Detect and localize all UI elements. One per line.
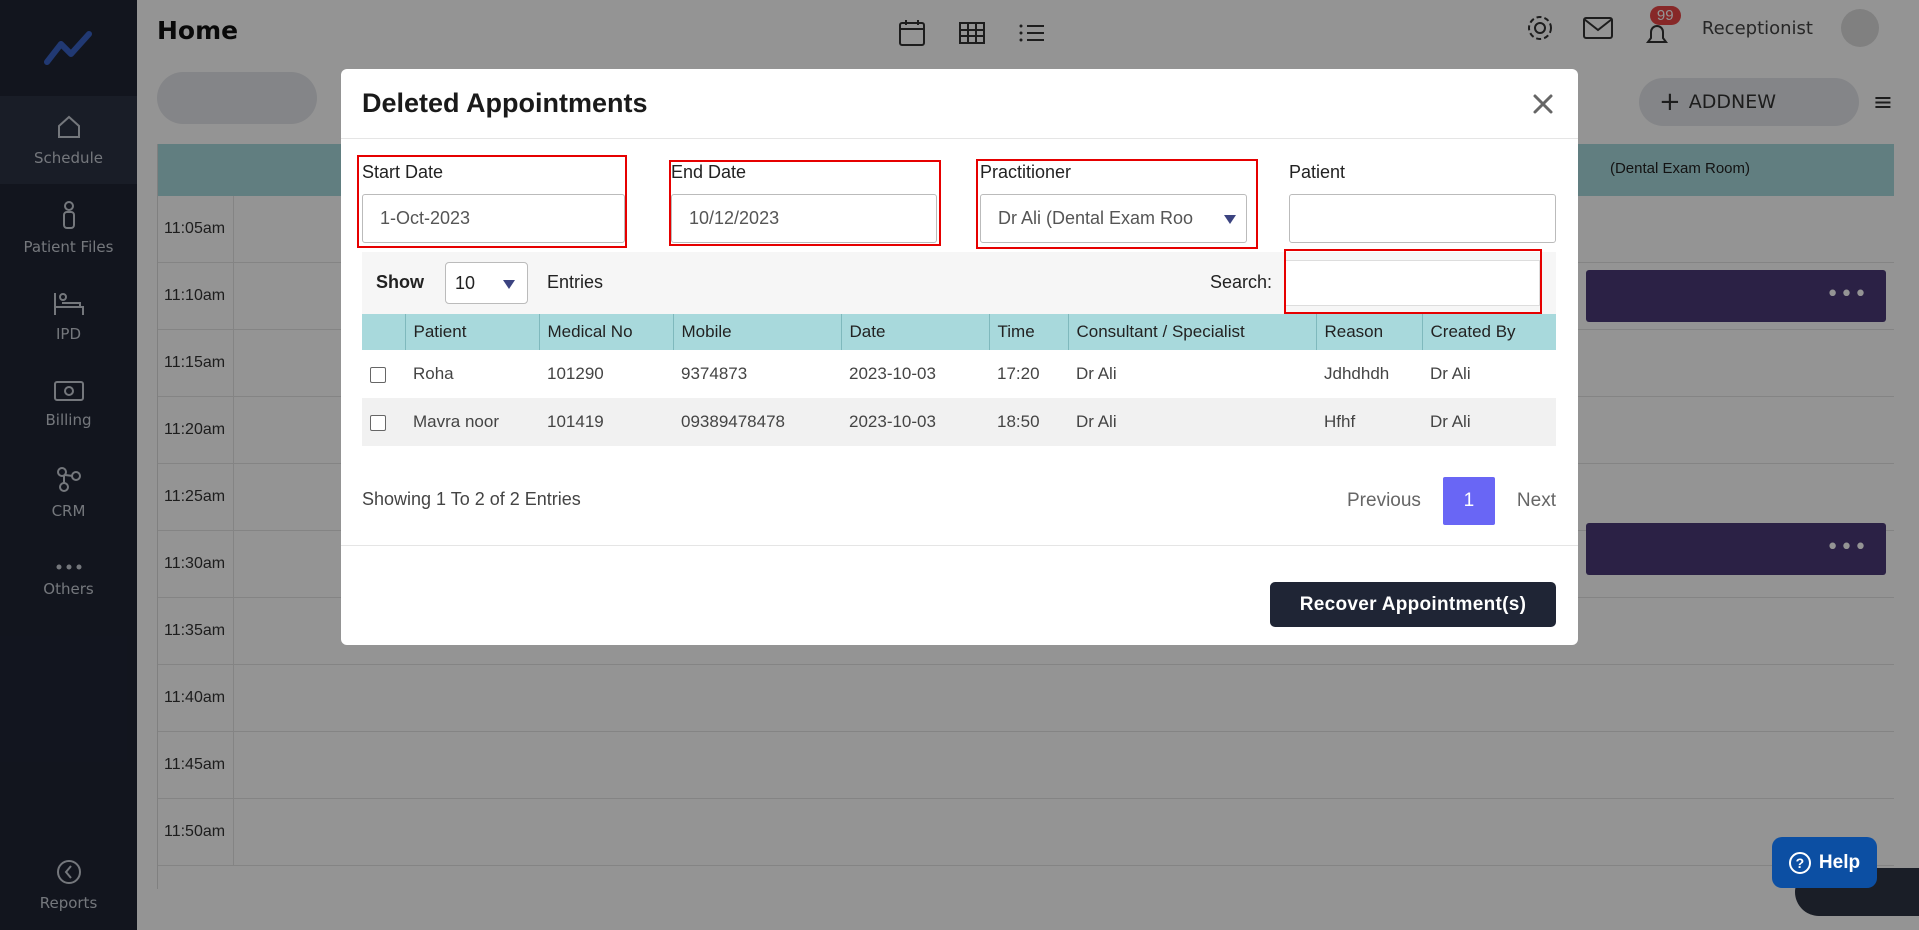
- date-cell: 2023-10-03: [841, 398, 989, 446]
- mobile-cell: 9374873: [681, 364, 748, 383]
- patient-label: Patient: [1289, 162, 1346, 182]
- next-page-button[interactable]: Next: [1517, 490, 1556, 512]
- table-row[interactable]: Roha 101290 9374873 2023-10-03 17:20 Dr …: [362, 350, 1556, 398]
- question-icon: ?: [1788, 851, 1811, 874]
- modal-header: Deleted Appointments: [341, 69, 1578, 139]
- consultant-cell: Dr Ali: [1076, 364, 1117, 383]
- chevron-down-icon: [503, 280, 515, 289]
- date-cell: 2023-10-03: [849, 364, 936, 383]
- search-label: Search:: [1210, 272, 1273, 292]
- pagination: Previous 1 Next: [1347, 477, 1556, 525]
- close-icon: [1533, 94, 1553, 114]
- created-by-cell: Dr Ali: [1430, 364, 1471, 383]
- help-button[interactable]: ? Help: [1772, 837, 1877, 888]
- patient-input[interactable]: [1289, 194, 1556, 243]
- deleted-appointments-table: Patient Medical No Mobile Date Time Cons…: [362, 314, 1556, 446]
- column-header[interactable]: Time: [989, 314, 1069, 350]
- mobile-cell: 09389478478: [673, 398, 841, 446]
- close-button[interactable]: [1528, 89, 1558, 119]
- consultant-cell: Dr Ali: [1068, 398, 1316, 446]
- page-1-button[interactable]: 1: [1442, 477, 1495, 525]
- medical-no-cell: 101419: [539, 398, 673, 446]
- patient-cell: Mavra noor: [405, 398, 539, 446]
- column-header[interactable]: Date: [841, 314, 990, 350]
- highlight-box: [1284, 249, 1542, 314]
- modal-footer: Recover Appointment(s): [341, 545, 1578, 645]
- highlight-box: [357, 155, 627, 248]
- row-checkbox[interactable]: [370, 366, 386, 383]
- column-header[interactable]: Medical No: [539, 314, 674, 350]
- table-header-row: Patient Medical No Mobile Date Time Cons…: [362, 314, 1556, 350]
- column-header[interactable]: Created By: [1422, 314, 1556, 350]
- reason-cell: Jdhdhdh: [1324, 364, 1390, 383]
- column-header[interactable]: Reason: [1316, 314, 1423, 350]
- table-row[interactable]: Mavra noor 101419 09389478478 2023-10-03…: [362, 398, 1556, 446]
- select-column-header: [362, 314, 406, 350]
- recover-appointments-button[interactable]: Recover Appointment(s): [1270, 582, 1556, 627]
- medical-no-cell: 101290: [547, 364, 604, 383]
- page-size-value: 10: [455, 272, 476, 293]
- modal-title: Deleted Appointments: [362, 88, 648, 118]
- previous-page-button[interactable]: Previous: [1347, 490, 1421, 512]
- table-info: Showing 1 To 2 of 2 Entries: [362, 489, 581, 509]
- column-header[interactable]: Mobile: [673, 314, 842, 350]
- row-checkbox[interactable]: [370, 414, 386, 431]
- help-label: Help: [1818, 851, 1861, 873]
- highlight-box: [976, 159, 1258, 249]
- patient-cell: Roha: [413, 364, 454, 383]
- reason-cell: Hfhf: [1316, 398, 1422, 446]
- show-label: Show: [376, 272, 424, 292]
- time-cell: 17:20: [997, 364, 1040, 383]
- time-cell: 18:50: [989, 398, 1068, 446]
- entries-label: Entries: [547, 272, 604, 292]
- column-header[interactable]: Consultant / Specialist: [1068, 314, 1317, 350]
- highlight-box: [669, 160, 941, 246]
- page-size-select[interactable]: 10: [445, 262, 528, 304]
- column-header[interactable]: Patient: [405, 314, 540, 350]
- deleted-appointments-modal: Deleted Appointments Start Date 1-Oct-20…: [341, 69, 1578, 645]
- created-by-cell: Dr Ali: [1422, 398, 1556, 446]
